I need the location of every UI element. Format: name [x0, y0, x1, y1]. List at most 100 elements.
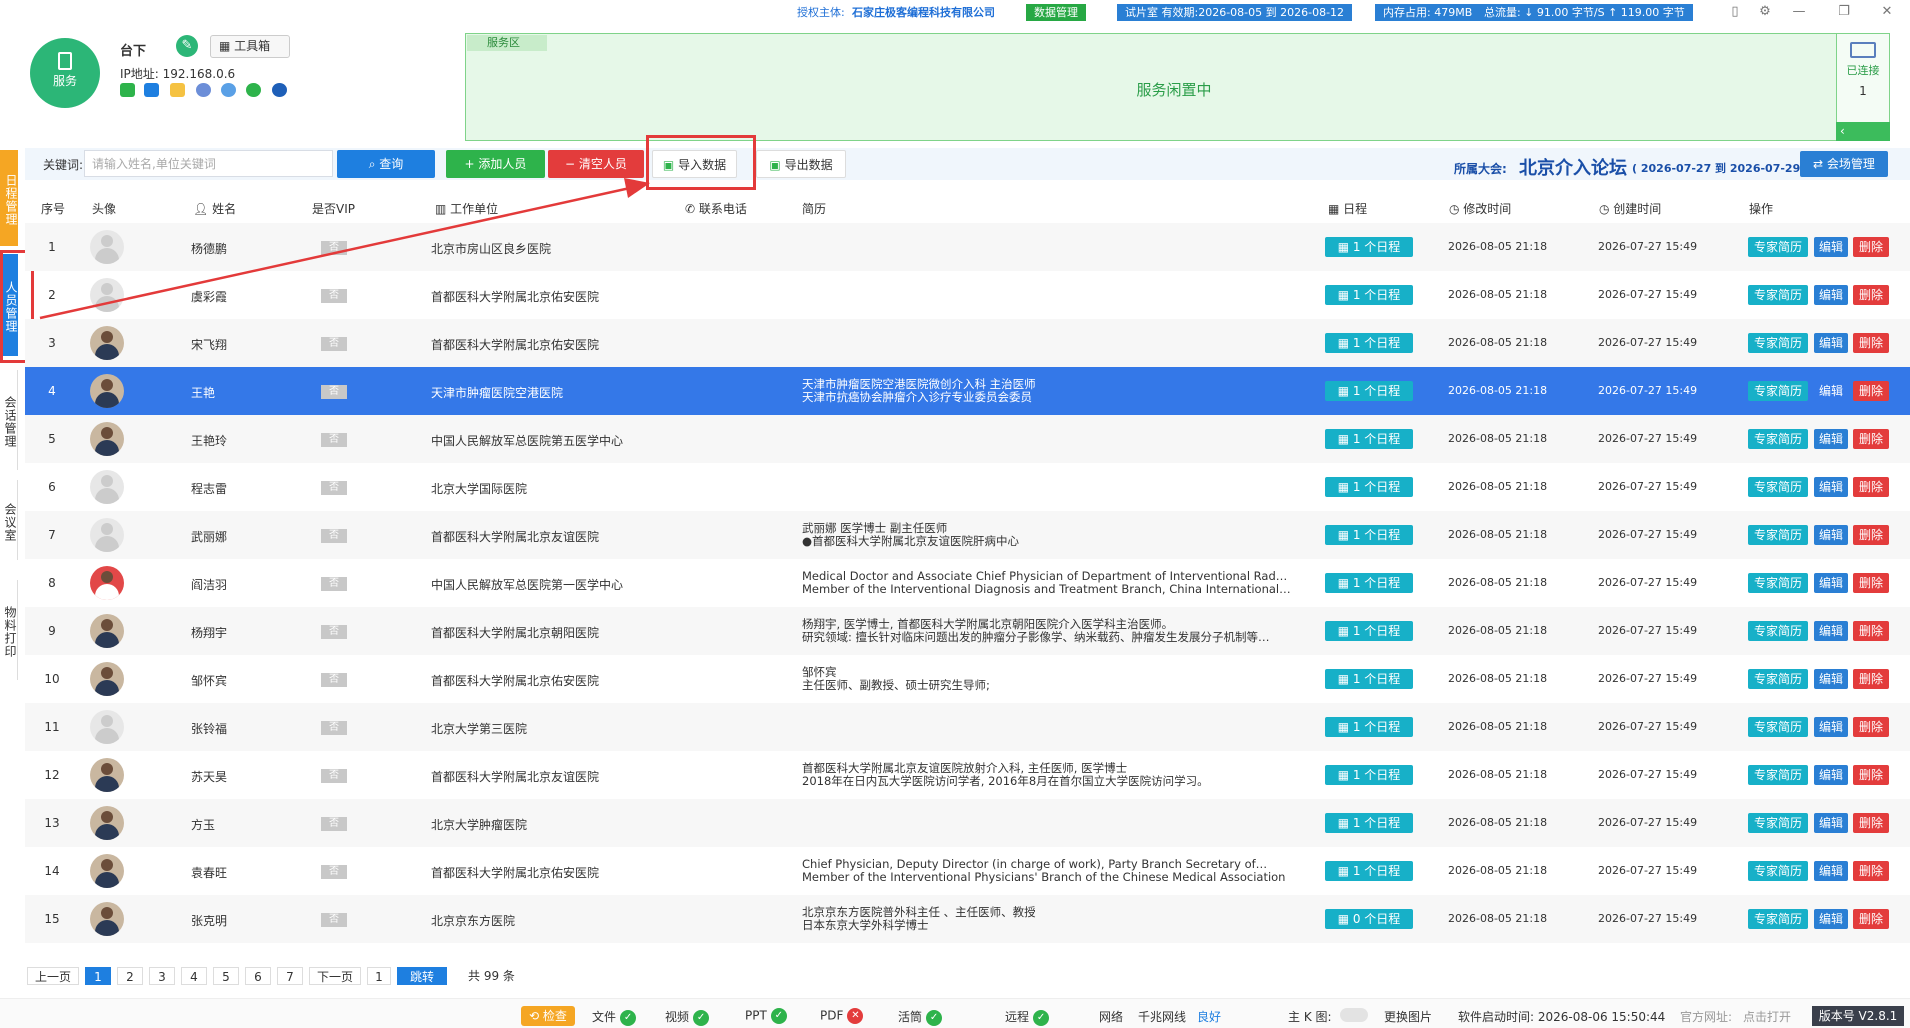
open-website-link[interactable]: 点击打开: [1743, 1008, 1791, 1025]
edit-button[interactable]: 编辑: [1814, 477, 1848, 497]
lock-icon[interactable]: ▯: [1726, 3, 1744, 21]
delete-button[interactable]: 删除: [1853, 669, 1889, 689]
edit-button[interactable]: 编辑: [1814, 621, 1848, 641]
table-row[interactable]: 6 程志雷 否 北京大学国际医院 ▦ 1 个日程 2026-08-05 21:18 2026…: [25, 463, 1910, 511]
profile-button[interactable]: 专家简历: [1748, 429, 1808, 449]
clear-people-button[interactable]: − 清空人员: [548, 150, 644, 178]
edit-button[interactable]: 编辑: [1814, 813, 1848, 833]
delete-button[interactable]: 删除: [1853, 573, 1889, 593]
edit-button[interactable]: 编辑: [1814, 909, 1848, 929]
delete-button[interactable]: 删除: [1853, 333, 1889, 353]
company-link[interactable]: 石家庄极客编程科技有限公司: [852, 4, 995, 21]
schedule-button[interactable]: ▦ 1 个日程: [1325, 621, 1413, 641]
edit-button[interactable]: 编辑: [1814, 285, 1848, 305]
page-button[interactable]: 2: [117, 967, 143, 985]
collapse-button[interactable]: ‹: [1836, 122, 1890, 141]
schedule-button[interactable]: ▦ 1 个日程: [1325, 765, 1413, 785]
delete-button[interactable]: 删除: [1853, 525, 1889, 545]
page-button[interactable]: 3: [149, 967, 175, 985]
delete-button[interactable]: 删除: [1853, 621, 1889, 641]
schedule-button[interactable]: ▦ 1 个日程: [1325, 477, 1413, 497]
jump-button[interactable]: 跳转: [397, 967, 447, 985]
delete-button[interactable]: 删除: [1853, 381, 1889, 401]
page-jump-input[interactable]: 1: [367, 967, 391, 985]
page-button[interactable]: 1: [85, 967, 111, 985]
profile-button[interactable]: 专家简历: [1748, 909, 1808, 929]
profile-button[interactable]: 专家简历: [1748, 669, 1808, 689]
restore-icon[interactable]: ❐: [1835, 3, 1853, 21]
schedule-button[interactable]: ▦ 1 个日程: [1325, 333, 1413, 353]
main-k-toggle[interactable]: [1340, 1008, 1368, 1022]
delete-button[interactable]: 删除: [1853, 717, 1889, 737]
edit-button[interactable]: 编辑: [1814, 237, 1848, 257]
minimize-icon[interactable]: —: [1790, 3, 1808, 21]
schedule-button[interactable]: ▦ 0 个日程: [1325, 909, 1413, 929]
sidebar-item-sessions[interactable]: 会话管理: [0, 370, 18, 470]
table-row[interactable]: 9 杨翔宇 否 首都医科大学附属北京朝阳医院 杨翔宇, 医学博士, 首都医科大学附属北京…: [25, 607, 1910, 655]
profile-button[interactable]: 专家简历: [1748, 285, 1808, 305]
table-row[interactable]: 1 杨德鹏 否 北京市房山区良乡医院 ▦ 1 个日程 2026-08-05 21:18 20…: [25, 223, 1910, 271]
delete-button[interactable]: 删除: [1853, 477, 1889, 497]
next-page-button[interactable]: 下一页: [309, 967, 361, 985]
edit-button[interactable]: 编辑: [1814, 861, 1848, 881]
prev-page-button[interactable]: 上一页: [27, 967, 79, 985]
profile-button[interactable]: 专家简历: [1748, 813, 1808, 833]
profile-button[interactable]: 专家简历: [1748, 717, 1808, 737]
edit-button[interactable]: 编辑: [1814, 525, 1848, 545]
table-row[interactable]: 10 邹怀宾否首都医科大学附属北京佑安医院 邹怀宾 主任医师、副教授、硕士研究生导师;…: [25, 655, 1910, 703]
sidebar-item-print[interactable]: 物料打印: [0, 580, 18, 680]
monitor-icon[interactable]: [144, 83, 159, 97]
table-row[interactable]: 14 袁春旺 否 首都医科大学附属北京佑安医院 Chief Physician, Dep…: [25, 847, 1910, 895]
edit-button[interactable]: 编辑: [1814, 717, 1848, 737]
table-row[interactable]: 2 虞彩霞 否 首都医科大学附属北京佑安医院 ▦ 1 个日程 2026-08-05 21:…: [25, 271, 1910, 319]
export-data-button[interactable]: ▣ 导出数据: [756, 150, 846, 178]
schedule-button[interactable]: ▦ 1 个日程: [1325, 285, 1413, 305]
schedule-button[interactable]: ▦ 1 个日程: [1325, 237, 1413, 257]
speaker-icon[interactable]: [120, 83, 135, 97]
change-image-button[interactable]: 更换图片: [1384, 1008, 1432, 1025]
table-row[interactable]: 4 王艳 否 天津市肿瘤医院空港医院 天津市肿瘤医院空港医院微创介入科 主治医师 天津市抗…: [25, 367, 1910, 415]
delete-button[interactable]: 删除: [1853, 765, 1889, 785]
table-row[interactable]: 8 阎洁羽 否 中国人民解放军总医院第一医学中心 Medical Doctor and …: [25, 559, 1910, 607]
page-button[interactable]: 7: [277, 967, 303, 985]
sidebar-item-rooms[interactable]: 会议室: [0, 480, 18, 560]
profile-button[interactable]: 专家简历: [1748, 381, 1808, 401]
schedule-button[interactable]: ▦ 1 个日程: [1325, 717, 1413, 737]
schedule-button[interactable]: ▦ 1 个日程: [1325, 381, 1413, 401]
table-row[interactable]: 12 苏天昊 否 首都医科大学附属北京友谊医院 首都医科大学附属北京友谊医院放射介入科,…: [25, 751, 1910, 799]
schedule-button[interactable]: ▦ 1 个日程: [1325, 525, 1413, 545]
toolbox-button[interactable]: ▦ 工具箱: [210, 35, 290, 58]
venue-mgmt-button[interactable]: ⇄ 会场管理: [1800, 151, 1888, 177]
schedule-button[interactable]: ▦ 1 个日程: [1325, 861, 1413, 881]
table-row[interactable]: 15 张克明 否 北京京东方医院 北京京东方医院普外科主任 、主任医师、教授 日本东京大学…: [25, 895, 1910, 943]
profile-button[interactable]: 专家简历: [1748, 765, 1808, 785]
page-button[interactable]: 4: [181, 967, 207, 985]
edit-button[interactable]: 编辑: [1814, 429, 1848, 449]
keyword-input[interactable]: [84, 150, 333, 177]
edit-button[interactable]: 编辑: [1814, 669, 1848, 689]
delete-button[interactable]: 删除: [1853, 285, 1889, 305]
table-row[interactable]: 11 张铃福 否 北京大学第三医院 ▦ 1 个日程 2026-08-05 21:18 202…: [25, 703, 1910, 751]
profile-button[interactable]: 专家简历: [1748, 525, 1808, 545]
profile-button[interactable]: 专家简历: [1748, 333, 1808, 353]
profile-button[interactable]: 专家简历: [1748, 621, 1808, 641]
edit-button[interactable]: 编辑: [1814, 333, 1848, 353]
table-row[interactable]: 5 王艳玲 否 中国人民解放军总医院第五医学中心 ▦ 1 个日程 2026-08-05 2…: [25, 415, 1910, 463]
delete-button[interactable]: 删除: [1853, 813, 1889, 833]
profile-button[interactable]: 专家简历: [1748, 237, 1808, 257]
service-status-circle[interactable]: 服务: [30, 38, 100, 108]
page-button[interactable]: 6: [245, 967, 271, 985]
edit-button[interactable]: 编辑: [1814, 381, 1848, 401]
schedule-button[interactable]: ▦ 1 个日程: [1325, 573, 1413, 593]
search-icon[interactable]: [272, 83, 287, 97]
schedule-button[interactable]: ▦ 1 个日程: [1325, 669, 1413, 689]
edit-icon[interactable]: ✎: [176, 35, 198, 57]
globe-icon[interactable]: [221, 83, 236, 97]
profile-button[interactable]: 专家简历: [1748, 477, 1808, 497]
close-icon[interactable]: ✕: [1878, 3, 1896, 21]
schedule-button[interactable]: ▦ 1 个日程: [1325, 429, 1413, 449]
schedule-button[interactable]: ▦ 1 个日程: [1325, 813, 1413, 833]
profile-button[interactable]: 专家简历: [1748, 573, 1808, 593]
network-icon[interactable]: [196, 83, 211, 97]
page-button[interactable]: 5: [213, 967, 239, 985]
